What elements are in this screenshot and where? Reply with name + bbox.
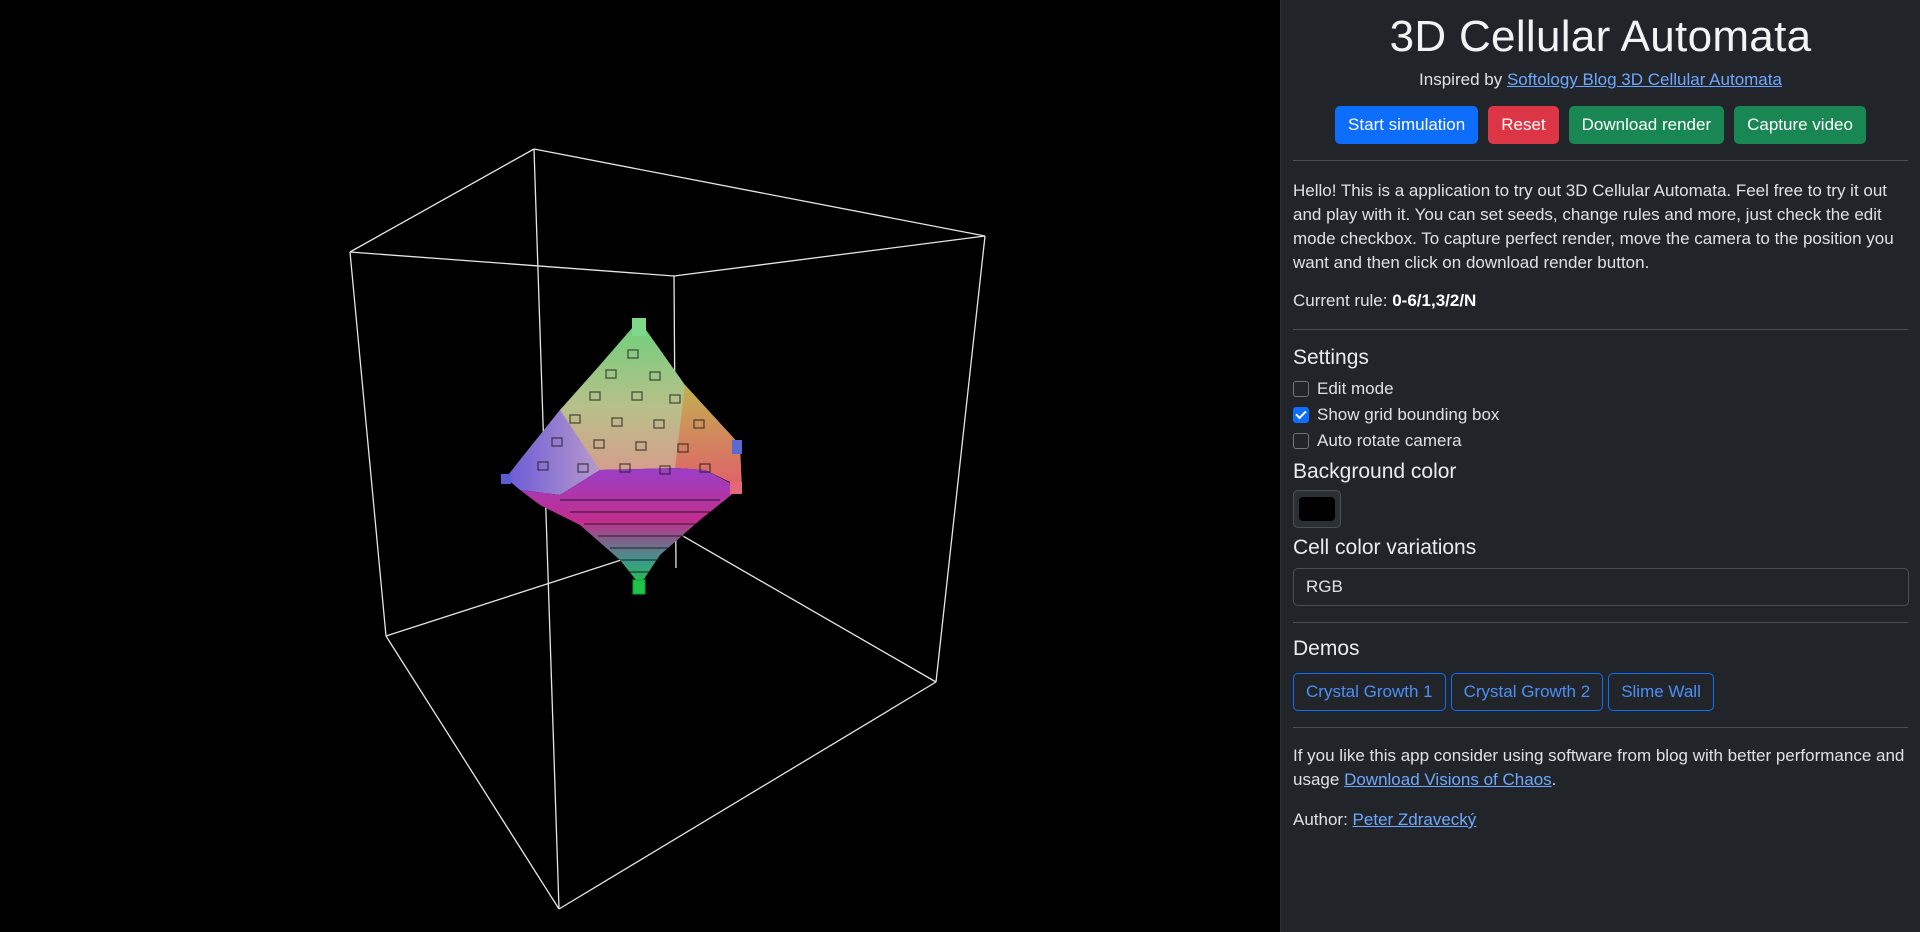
background-color-heading: Background color	[1293, 460, 1457, 483]
capture-video-button[interactable]: Capture video	[1734, 106, 1866, 144]
edit-mode-label: Edit mode	[1317, 379, 1394, 398]
download-render-button[interactable]: Download render	[1568, 106, 1725, 144]
demo-crystal-growth-2-button[interactable]: Crystal Growth 2	[1450, 673, 1604, 711]
cell-color-select[interactable]: RGB	[1293, 568, 1909, 606]
reset-button[interactable]: Reset	[1488, 106, 1559, 144]
background-color-swatch	[1299, 497, 1335, 521]
inspired-prefix: Inspired by	[1419, 70, 1503, 89]
voxel-crystal	[501, 318, 742, 595]
edit-mode-checkbox[interactable]	[1293, 381, 1309, 397]
show-grid-label: Show grid bounding box	[1317, 405, 1500, 424]
demo-buttons: Crystal Growth 1 Crystal Growth 2 Slime …	[1293, 673, 1908, 711]
control-panel: 3D Cellular Automata Inspired by Softolo…	[1280, 0, 1920, 932]
page-title: 3D Cellular Automata	[1389, 12, 1812, 61]
scene-svg	[349, 148, 986, 910]
author-link[interactable]: Peter Zdravecký	[1353, 810, 1477, 829]
auto-rotate-checkbox[interactable]	[1293, 433, 1309, 449]
footer-text-after: .	[1551, 770, 1557, 789]
settings-options: Edit mode Show grid bounding box Auto ro…	[1293, 376, 1908, 454]
settings-heading: Settings	[1293, 346, 1369, 369]
toolbar: Start simulation Reset Download render C…	[1293, 106, 1908, 144]
cell-color-heading: Cell color variations	[1293, 536, 1477, 559]
divider	[1293, 160, 1908, 161]
inspired-line: Inspired by Softology Blog 3D Cellular A…	[1293, 70, 1908, 90]
show-grid-option[interactable]: Show grid bounding box	[1293, 402, 1908, 428]
demos-heading: Demos	[1293, 637, 1360, 660]
footer-text: If you like this app consider using soft…	[1293, 744, 1908, 792]
demo-crystal-growth-1-button[interactable]: Crystal Growth 1	[1293, 673, 1446, 711]
auto-rotate-option[interactable]: Auto rotate camera	[1293, 428, 1908, 454]
edit-mode-option[interactable]: Edit mode	[1293, 376, 1908, 402]
divider	[1293, 727, 1908, 728]
divider	[1293, 329, 1908, 330]
intro-text: Hello! This is a application to try out …	[1293, 181, 1894, 272]
render-canvas[interactable]	[0, 0, 1280, 932]
current-rule-label: Current rule:	[1293, 291, 1388, 310]
author-line: Author: Peter Zdravecký	[1293, 808, 1908, 832]
start-simulation-button[interactable]: Start simulation	[1335, 106, 1479, 144]
demo-slime-wall-button[interactable]: Slime Wall	[1608, 673, 1714, 711]
background-color-picker[interactable]	[1293, 490, 1341, 528]
softology-blog-link[interactable]: Softology Blog 3D Cellular Automata	[1507, 70, 1782, 89]
show-grid-checkbox[interactable]	[1293, 407, 1309, 423]
current-rule: Current rule: 0-6/1,3/2/N	[1293, 291, 1908, 311]
author-label: Author:	[1293, 810, 1348, 829]
divider	[1293, 622, 1908, 623]
current-rule-value: 0-6/1,3/2/N	[1392, 291, 1477, 310]
visions-of-chaos-link[interactable]: Download Visions of Chaos	[1344, 770, 1552, 789]
auto-rotate-label: Auto rotate camera	[1317, 431, 1462, 450]
